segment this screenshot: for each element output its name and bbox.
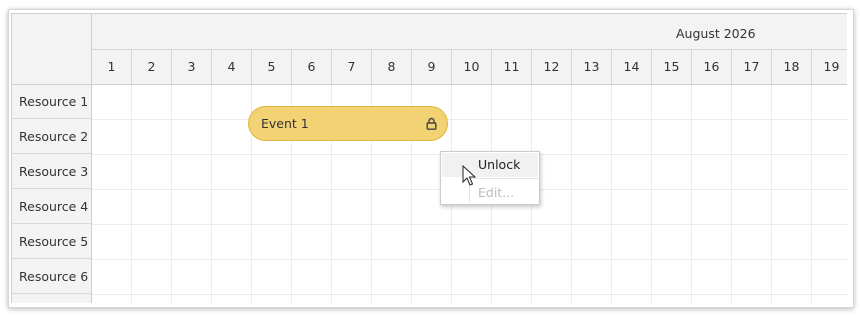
- context-menu: Unlock Edit...: [440, 151, 540, 205]
- day-header-cell: 13: [572, 50, 612, 84]
- menu-item-edit[interactable]: Edit...: [442, 181, 538, 205]
- day-header-cell: 11: [492, 50, 532, 84]
- day-header-cell: 16: [692, 50, 732, 84]
- day-header-cell: 3: [172, 50, 212, 84]
- resource-row-header: Resource 4: [12, 190, 91, 224]
- resource-row-header: Resource 3: [12, 155, 91, 189]
- grid-row-line: [92, 294, 847, 295]
- day-header-cell: 7: [332, 50, 372, 84]
- mouse-cursor-icon: [462, 165, 476, 186]
- grid-row-line: [92, 119, 847, 120]
- month-label: August 2026: [676, 26, 756, 41]
- event-bar[interactable]: Event 1: [248, 106, 448, 141]
- time-header: August 2026 1 2 3 4 5 6 7 8 9 10 11 12 13 14 15 16 17 18 1…: [92, 14, 847, 85]
- scheduler-corner: [12, 14, 92, 85]
- lock-icon[interactable]: [426, 117, 437, 130]
- resource-row-header: Resource 1: [12, 85, 91, 119]
- grid-column-line: [651, 85, 652, 303]
- day-header-cell: 10: [452, 50, 492, 84]
- day-header-cell: 5: [252, 50, 292, 84]
- day-header-cell: 17: [732, 50, 772, 84]
- resource-row-header: Resource 5: [12, 225, 91, 259]
- grid-column-line: [571, 85, 572, 303]
- grid-column-line: [731, 85, 732, 303]
- grid-column-line: [171, 85, 172, 303]
- grid-column-line: [691, 85, 692, 303]
- day-header-cell: 8: [372, 50, 412, 84]
- day-header-cell: 19: [812, 50, 847, 84]
- grid-column-line: [611, 85, 612, 303]
- grid-column-line: [211, 85, 212, 303]
- resource-row-header: Resource 2: [12, 120, 91, 154]
- resource-row-header: Resource 6: [12, 260, 91, 294]
- day-header-cell: 4: [212, 50, 252, 84]
- menu-separator: [470, 178, 539, 179]
- grid-column-line: [811, 85, 812, 303]
- grid-row-line: [92, 259, 847, 260]
- day-header-cell: 1: [92, 50, 132, 84]
- month-header-cell: August 2026: [92, 14, 847, 50]
- day-header-cell: 12: [532, 50, 572, 84]
- resource-row-headers: Resource 1 Resource 2 Resource 3 Resource 4…: [12, 85, 92, 303]
- day-header-cell: 2: [132, 50, 172, 84]
- scheduler: August 2026 1 2 3 4 5 6 7 8 9 10 11 12 13 14 15 16 17 18 1…: [11, 13, 847, 303]
- day-header-cell: 6: [292, 50, 332, 84]
- grid-row-line: [92, 224, 847, 225]
- grid-column-line: [131, 85, 132, 303]
- event-title: Event 1: [261, 116, 309, 131]
- grid-column-line: [771, 85, 772, 303]
- day-header-cell: 9: [412, 50, 452, 84]
- day-header-row: 1 2 3 4 5 6 7 8 9 10 11 12 13 14 15 16 17 18 19: [92, 50, 847, 84]
- day-header-cell: 14: [612, 50, 652, 84]
- menu-item-unlock[interactable]: Unlock: [442, 153, 538, 177]
- day-header-cell: 18: [772, 50, 812, 84]
- day-header-cell: 15: [652, 50, 692, 84]
